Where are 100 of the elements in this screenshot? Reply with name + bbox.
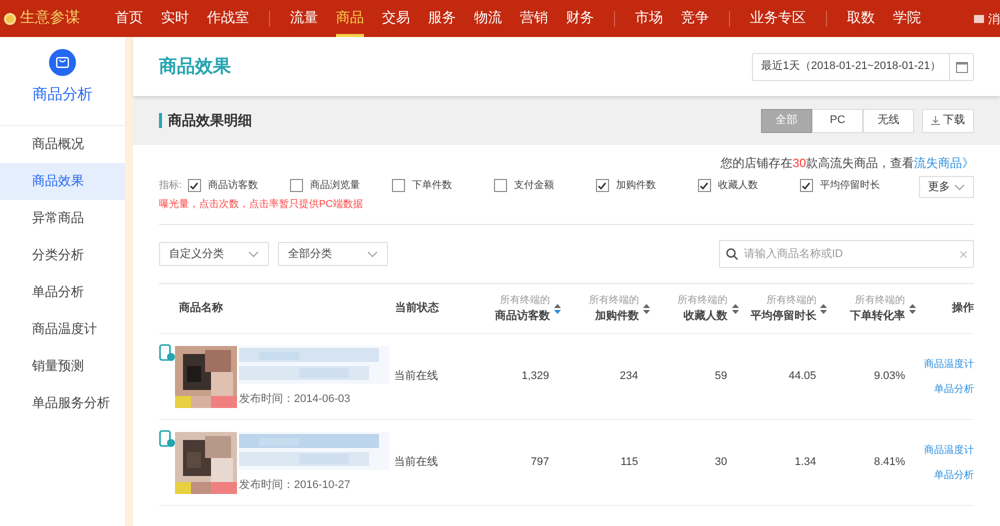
- warning-text: 曝光量，点击次数，点击率暂只提供PC端数据: [159, 198, 364, 212]
- brand-name[interactable]: 生意参谋: [20, 7, 80, 30]
- table-cell: 234: [620, 370, 638, 382]
- message-link[interactable]: 消: [988, 10, 1000, 28]
- checkbox[interactable]: [290, 179, 303, 192]
- nav-tab[interactable]: 实时: [161, 0, 189, 37]
- nav-tab[interactable]: 竞争: [681, 0, 709, 37]
- category-dropdown[interactable]: 自定义分类: [159, 242, 269, 266]
- column-subtitle: 所有终端的: [588, 294, 639, 308]
- table-cell: 1,329: [522, 370, 550, 382]
- sort-icon[interactable]: [909, 304, 916, 314]
- column-subtitle: 所有终端的: [855, 294, 906, 308]
- metric-label: 平均停留时长: [820, 178, 880, 193]
- nav-tab[interactable]: 作战室: [207, 0, 249, 37]
- nav-tab[interactable]: 服务: [428, 0, 456, 37]
- column-header: 商品名称: [179, 300, 223, 316]
- nav-tab[interactable]: 物流: [474, 0, 502, 37]
- nav-tab[interactable]: 流量: [290, 0, 318, 37]
- column-header: 商品访客数: [495, 308, 550, 324]
- checkbox[interactable]: [188, 179, 201, 192]
- terminal-tab[interactable]: 无线: [863, 108, 914, 132]
- status-text: 当前在线: [394, 370, 438, 382]
- nav-tab[interactable]: 交易: [382, 0, 410, 37]
- metric-label: 加购件数: [616, 178, 656, 193]
- sidebar-item[interactable]: 商品温度计: [0, 310, 125, 348]
- metric-label: 商品浏览量: [310, 178, 360, 193]
- notice-text: 您的店铺存在30款高流失商品，查看流失商品》: [720, 155, 974, 172]
- sort-icon[interactable]: [820, 304, 828, 314]
- lost-products-link[interactable]: 流失商品》: [914, 156, 974, 170]
- metric-label: 收藏人数: [718, 178, 758, 193]
- mobile-icon: [159, 344, 175, 362]
- column-header: 当前状态: [395, 300, 440, 316]
- section-title: 商品效果明细: [168, 111, 252, 130]
- action-link[interactable]: 单品分析: [934, 468, 974, 482]
- table-cell: 44.05: [788, 370, 816, 382]
- metric-label: 商品访客数: [208, 178, 258, 193]
- column-subtitle: 所有终端的: [678, 294, 728, 308]
- checkbox[interactable]: [596, 179, 609, 192]
- chevron-down-icon: [367, 250, 378, 258]
- column-header: 下单转化率: [850, 308, 906, 324]
- nav-tab[interactable]: 取数: [847, 0, 875, 37]
- publish-date: 发布时间：2014-06-03: [239, 392, 352, 407]
- action-link[interactable]: 商品温度计: [924, 356, 974, 372]
- publish-date: 发布时间：2016-10-27: [239, 478, 352, 493]
- nav-tab[interactable]: 商品: [336, 0, 364, 37]
- sidebar-item[interactable]: 单品服务分析: [0, 384, 125, 422]
- table-cell: 1.34: [794, 456, 816, 468]
- action-link[interactable]: 商品温度计: [924, 442, 974, 458]
- metric-label: 支付金额: [514, 178, 554, 193]
- status-text: 当前在线: [394, 456, 438, 468]
- download-icon: [931, 116, 940, 125]
- column-subtitle: 所有终端的: [500, 294, 550, 308]
- mobile-icon: [159, 430, 175, 448]
- page-title: 商品效果: [159, 55, 231, 78]
- column-header: 收藏人数: [684, 308, 728, 324]
- table-cell: 9.03%: [874, 370, 906, 382]
- nav-tab[interactable]: 营销: [520, 0, 548, 37]
- sidebar-item[interactable]: 销量预测: [0, 348, 125, 384]
- search-icon: [726, 248, 738, 260]
- checkbox[interactable]: [698, 179, 711, 192]
- column-header: 平均停留时长: [750, 308, 816, 324]
- download-button[interactable]: 下载: [922, 108, 974, 132]
- checkbox[interactable]: [392, 179, 405, 192]
- sidebar-title: 商品分析: [32, 85, 92, 105]
- sort-icon[interactable]: [554, 304, 562, 314]
- more-button[interactable]: 更多: [919, 176, 974, 198]
- table-cell: 59: [714, 370, 728, 382]
- checkbox[interactable]: [800, 179, 813, 192]
- calendar-icon: [956, 60, 968, 72]
- nav-tab[interactable]: 首页: [115, 0, 143, 37]
- chevron-down-icon: [248, 250, 259, 258]
- nav-tab[interactable]: 市场: [635, 0, 663, 37]
- column-header: 加购件数: [594, 308, 639, 324]
- table-cell: 8.41%: [874, 456, 906, 468]
- sidebar-item[interactable]: 商品概况: [0, 126, 125, 162]
- sidebar-item[interactable]: 异常商品: [0, 200, 125, 236]
- sidebar-item[interactable]: 分类分析: [0, 236, 125, 274]
- sort-icon[interactable]: [732, 304, 739, 314]
- sidebar-item[interactable]: 单品分析: [0, 274, 125, 310]
- sort-icon[interactable]: [642, 304, 650, 314]
- bag-icon: [49, 49, 76, 76]
- metrics-label: 指标:: [159, 178, 182, 193]
- date-range-picker[interactable]: 最近1天（2018-01-21~2018-01-21）: [752, 52, 974, 80]
- action-link[interactable]: 单品分析: [934, 382, 974, 396]
- nav-tab[interactable]: 财务: [566, 0, 594, 37]
- table-cell: 797: [530, 456, 550, 468]
- checkbox[interactable]: [494, 179, 507, 192]
- category-dropdown[interactable]: 全部分类: [278, 242, 388, 266]
- chevron-down-icon: [954, 184, 965, 190]
- terminal-tab[interactable]: PC: [812, 108, 863, 132]
- nav-tab[interactable]: 业务专区: [750, 0, 806, 37]
- mail-icon[interactable]: [974, 14, 984, 22]
- search-field[interactable]: 请输入商品名称或ID: [719, 240, 974, 268]
- metric-label: 下单件数: [412, 178, 452, 193]
- nav-tab[interactable]: 学院: [893, 0, 921, 37]
- table-cell: 30: [714, 456, 728, 468]
- column-subtitle: 所有终端的: [766, 294, 816, 308]
- sidebar-item[interactable]: 商品效果: [0, 162, 125, 200]
- table-cell: 115: [620, 456, 638, 468]
- logo-icon: [4, 12, 16, 24]
